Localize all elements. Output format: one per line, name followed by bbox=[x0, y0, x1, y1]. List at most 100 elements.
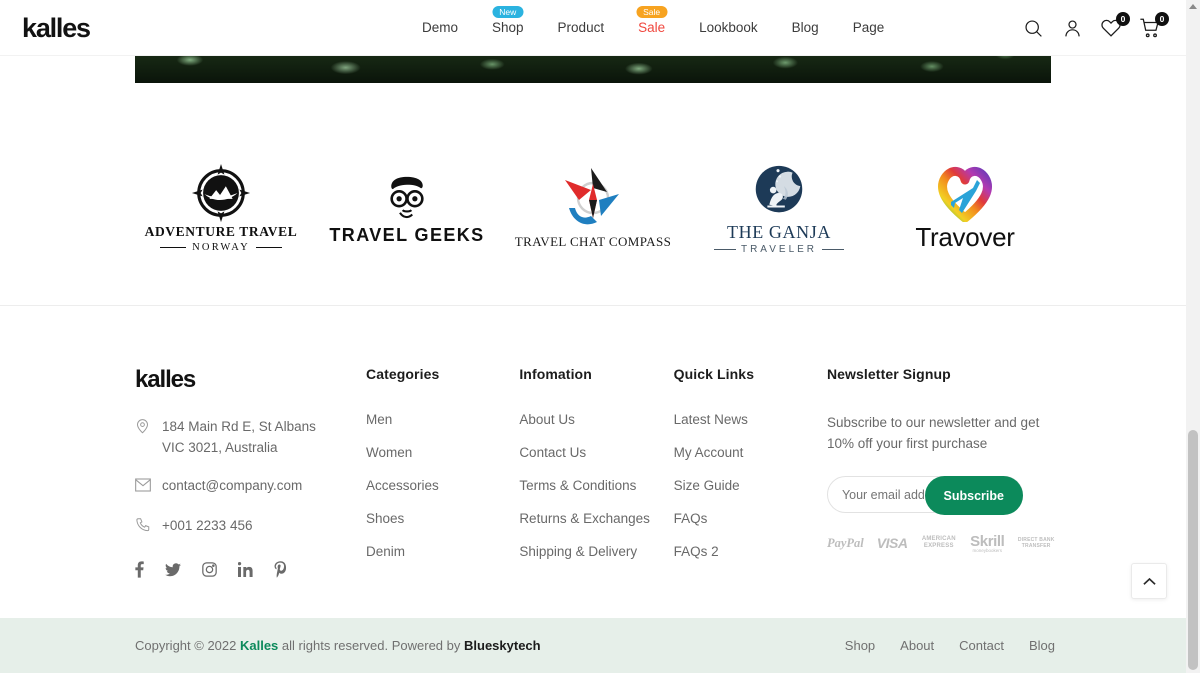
badge-sale: Sale bbox=[636, 6, 668, 18]
nav-item-page[interactable]: Page bbox=[836, 0, 902, 56]
brand-name: THE GANJA bbox=[727, 222, 831, 242]
footer-link-faqs-2[interactable]: FAQs 2 bbox=[674, 544, 827, 559]
nav-item-lookbook[interactable]: Lookbook bbox=[682, 0, 775, 56]
nav-label: Page bbox=[852, 20, 885, 35]
footer-link-accessories[interactable]: Accessories bbox=[366, 478, 519, 493]
footer-column-quick-links: Quick Links Latest News My Account Size … bbox=[674, 366, 827, 578]
moon-sitting-person-logo bbox=[755, 165, 803, 213]
amex-icon: AMERICAN EXPRESS bbox=[921, 536, 956, 549]
address-line-1: 184 Main Rd E, St Albans bbox=[162, 419, 316, 434]
address-line-2: VIC 3021, Australia bbox=[162, 440, 278, 455]
newsletter-text-line-1: Subscribe to our newsletter and get bbox=[826, 415, 1040, 430]
skrill-sublabel: moneybookers bbox=[972, 548, 1003, 553]
compass-mountain-logo bbox=[191, 163, 251, 223]
heart-plane-rainbow-logo bbox=[938, 167, 992, 222]
twitter-icon[interactable] bbox=[165, 561, 181, 578]
footer-brand-column: kalles 184 Main Rd E, St Albans VIC 3021… bbox=[135, 366, 366, 578]
footer-link-size-guide[interactable]: Size Guide bbox=[674, 478, 827, 493]
powered-by-link[interactable]: Blueskytech bbox=[464, 638, 541, 653]
footer-address-text: 184 Main Rd E, St Albans VIC 3021, Austr… bbox=[162, 416, 316, 458]
brand-logo-adventure-travel-norway[interactable]: ADVENTURE TRAVEL NORWAY bbox=[128, 143, 314, 273]
nav-label: Sale bbox=[638, 20, 666, 35]
footer-column-title: Categories bbox=[365, 366, 440, 382]
brand-logo-travover[interactable]: Travover bbox=[872, 143, 1058, 273]
nav-label: Product bbox=[557, 20, 605, 35]
nav-item-shop[interactable]: New Shop bbox=[475, 0, 541, 56]
brand-name: TRAVEL CHAT COMPASS bbox=[514, 233, 672, 249]
brand-name: TRAVEL GEEKS bbox=[329, 225, 485, 245]
bottom-link-contact[interactable]: Contact bbox=[959, 638, 1004, 653]
newsletter-description: Subscribe to our newsletter and get 10% … bbox=[827, 412, 1055, 454]
footer-link-men[interactable]: Men bbox=[366, 412, 519, 427]
footer-column-newsletter: Newsletter Signup Subscribe to our newsl… bbox=[826, 366, 1055, 578]
footer-phone-text: +001 2233 456 bbox=[162, 518, 253, 533]
footer-link-contact-us[interactable]: Contact Us bbox=[519, 445, 673, 460]
nav-label: Demo bbox=[422, 20, 459, 35]
scrollbar-arrow-up-icon[interactable] bbox=[1186, 0, 1200, 14]
payment-methods: PayPal VISA AMERICAN EXPRESS Skrill mone… bbox=[827, 533, 1055, 553]
copyright-middle: all rights reserved. Powered by bbox=[278, 638, 464, 653]
site-header: kalles Demo New Shop Product Sale Sale L… bbox=[0, 0, 1186, 56]
wishlist-count-badge: 0 bbox=[1116, 12, 1130, 26]
nav-label: Shop bbox=[492, 20, 524, 35]
main-navigation: Demo New Shop Product Sale Sale Lookbook… bbox=[405, 0, 901, 56]
pinterest-icon[interactable] bbox=[274, 561, 287, 578]
nav-item-blog[interactable]: Blog bbox=[775, 0, 836, 56]
newsletter-email-input[interactable] bbox=[841, 487, 934, 502]
newsletter-text-line-2: 10% off your first purchase bbox=[826, 436, 988, 451]
scroll-to-top-button[interactable] bbox=[1131, 563, 1167, 599]
nav-item-product[interactable]: Product bbox=[541, 0, 622, 56]
footer-link-my-account[interactable]: My Account bbox=[674, 445, 827, 460]
footer-link-latest-news[interactable]: Latest News bbox=[674, 412, 827, 427]
footer-link-terms-conditions[interactable]: Terms & Conditions bbox=[519, 478, 673, 493]
linkedin-icon[interactable] bbox=[238, 561, 253, 578]
bottom-link-shop[interactable]: Shop bbox=[845, 638, 875, 653]
copyright-prefix: Copyright © 2022 bbox=[135, 638, 240, 653]
scrollbar-thumb[interactable] bbox=[1188, 430, 1198, 670]
footer-email[interactable]: contact@company.com bbox=[135, 475, 366, 498]
cart-icon[interactable]: 0 bbox=[1138, 12, 1169, 40]
wishlist-icon[interactable]: 0 bbox=[1099, 12, 1130, 40]
nav-item-sale[interactable]: Sale Sale bbox=[621, 0, 682, 56]
bottom-link-blog[interactable]: Blog bbox=[1029, 638, 1055, 653]
bottom-link-about[interactable]: About bbox=[900, 638, 934, 653]
footer-link-about-us[interactable]: About Us bbox=[519, 412, 673, 427]
brand-logo-the-ganja-traveler[interactable]: THE GANJA TRAVELER bbox=[686, 143, 872, 273]
user-account-icon[interactable] bbox=[1060, 16, 1084, 40]
nav-item-demo[interactable]: Demo bbox=[405, 0, 475, 56]
location-pin-icon bbox=[135, 418, 152, 441]
footer-link-faqs[interactable]: FAQs bbox=[674, 511, 827, 526]
site-logo[interactable]: kalles bbox=[22, 13, 91, 44]
brand-name: Travover bbox=[915, 222, 1015, 252]
page-scrollbar[interactable] bbox=[1186, 0, 1200, 673]
footer-phone[interactable]: +001 2233 456 bbox=[135, 515, 366, 539]
footer-column-categories: Categories Men Women Accessories Shoes D… bbox=[366, 366, 519, 578]
newsletter-form: Subscribe bbox=[826, 476, 1023, 515]
footer-link-denim[interactable]: Denim bbox=[366, 544, 519, 559]
brand-logo-travel-chat-compass[interactable]: TRAVEL CHAT COMPASS bbox=[500, 143, 686, 273]
footer-column-information: Infomation About Us Contact Us Terms & C… bbox=[519, 366, 673, 578]
chevron-up-icon bbox=[1142, 577, 1156, 585]
search-icon[interactable] bbox=[1021, 16, 1045, 40]
facebook-icon[interactable] bbox=[135, 561, 144, 578]
footer-link-shoes[interactable]: Shoes bbox=[366, 511, 519, 526]
brand-logo-travel-geeks[interactable]: TRAVEL GEEKS bbox=[314, 143, 500, 273]
badge-new: New bbox=[492, 6, 524, 18]
footer-link-women[interactable]: Women bbox=[366, 445, 519, 460]
page-root: kalles Demo New Shop Product Sale Sale L… bbox=[0, 0, 1200, 673]
brand-subtitle: NORWAY bbox=[160, 242, 282, 253]
footer-link-shipping-delivery[interactable]: Shipping & Delivery bbox=[519, 544, 673, 559]
footer-email-text: contact@company.com bbox=[162, 478, 303, 493]
brand-subtitle: TRAVELER bbox=[714, 244, 844, 255]
nav-label: Blog bbox=[791, 20, 819, 35]
footer-address: 184 Main Rd E, St Albans VIC 3021, Austr… bbox=[135, 416, 366, 458]
visa-icon: VISA bbox=[876, 535, 908, 551]
subscribe-button[interactable]: Subscribe bbox=[924, 476, 1023, 515]
copyright-brand-link[interactable]: Kalles bbox=[240, 638, 278, 653]
instagram-icon[interactable] bbox=[202, 561, 217, 578]
footer-link-returns-exchanges[interactable]: Returns & Exchanges bbox=[519, 511, 673, 526]
footer-bottom-bar: Copyright © 2022 Kalles all rights reser… bbox=[0, 618, 1186, 673]
brand-logos-section: ADVENTURE TRAVEL NORWAY TRAVEL GEEKS TRA… bbox=[0, 110, 1186, 305]
footer-logo[interactable]: kalles bbox=[135, 366, 366, 394]
newsletter-title: Newsletter Signup bbox=[826, 366, 951, 382]
